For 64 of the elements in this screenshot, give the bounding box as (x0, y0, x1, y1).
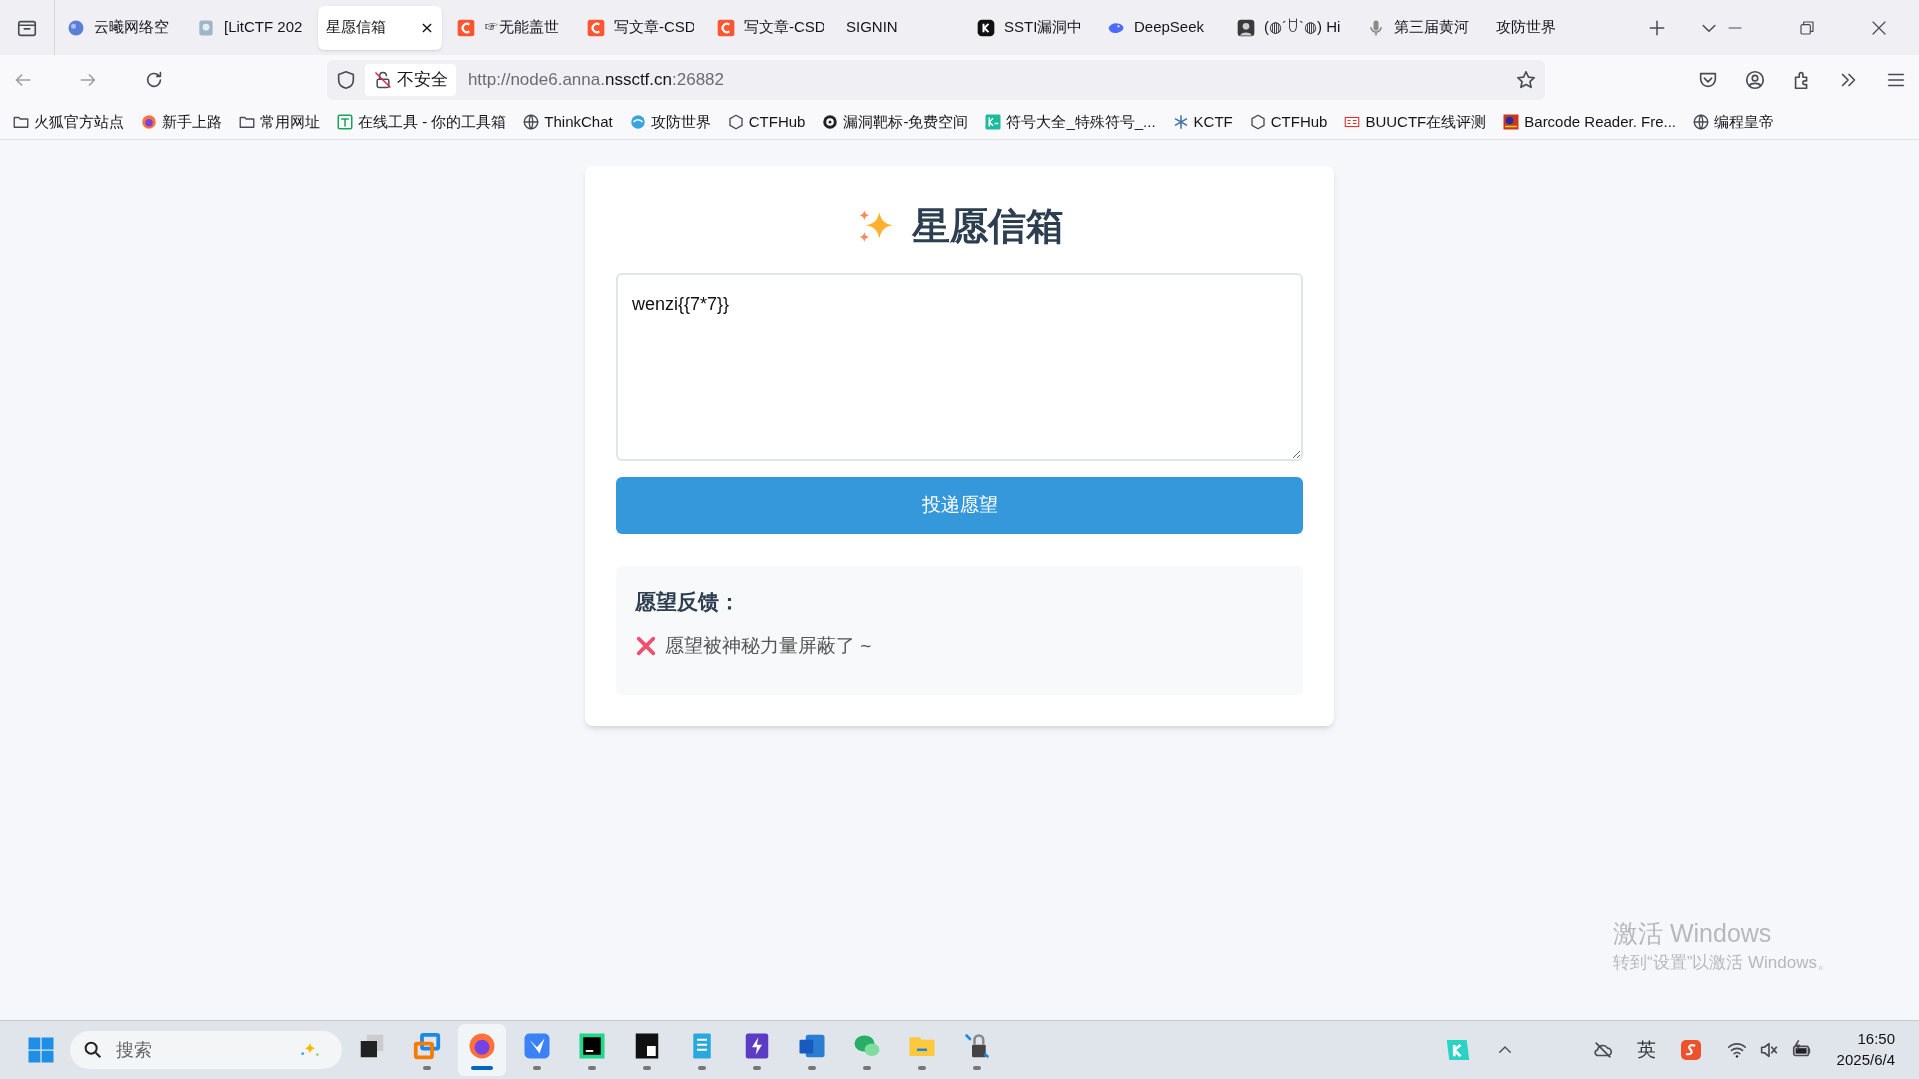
feedback-heading: 愿望反馈： (635, 589, 741, 615)
site-icon (1236, 17, 1256, 38)
close-icon[interactable] (1871, 19, 1887, 36)
tool-icon (336, 113, 354, 131)
input-method[interactable]: 英 (1636, 1035, 1656, 1065)
bookmark[interactable]: KCTF (1171, 110, 1233, 134)
bookmark[interactable]: 火狐官方站点 (12, 110, 124, 134)
activation-hint: 转到“设置”以激活 Windows。 (1613, 951, 1834, 974)
page-title: 星愿信箱 (911, 204, 1064, 249)
browser-tab[interactable]: ☞无能盖世 (448, 5, 572, 50)
browser-tab[interactable]: SSTI漏洞中 (968, 5, 1092, 50)
globe-icon (140, 113, 158, 131)
hexagon-icon (1248, 113, 1267, 131)
bookmark[interactable]: CTFHub (1248, 110, 1328, 134)
star-icon[interactable] (1515, 69, 1537, 91)
bookmark[interactable]: 在线工具 - 你的工具箱 (336, 110, 507, 134)
account-icon[interactable] (1744, 69, 1766, 91)
browser-tab[interactable]: [LitCTF 202 (188, 5, 312, 50)
clock[interactable]: 16:50 2025/6/4 (1836, 1029, 1895, 1071)
security-indicator[interactable]: 不安全 (364, 64, 456, 96)
browser-tab[interactable]: 星愿信箱 (318, 5, 442, 50)
browser-tab[interactable]: 云曦网络空 (58, 5, 182, 50)
search-field[interactable]: 搜索 (70, 1031, 342, 1069)
lock-off-icon (372, 70, 393, 90)
bookmark[interactable]: 新手上路 (140, 110, 222, 134)
bookmark[interactable]: 符号大全_特殊符号_... (984, 110, 1156, 134)
bookmark[interactable]: 攻防世界 (628, 110, 711, 134)
tile-icon (984, 113, 1003, 131)
bookmark[interactable]: 漏洞靶标-免费空间 (821, 110, 969, 134)
tile-icon[interactable] (1678, 1038, 1703, 1062)
tile-icon (1502, 113, 1521, 131)
remote-icon (412, 1030, 442, 1061)
site-icon (976, 17, 996, 38)
globe-icon (522, 113, 541, 131)
feedback-message: 愿望被神秘力量屏蔽了 ~ (665, 633, 872, 658)
browser-tab[interactable]: SIGNIN (838, 5, 962, 50)
bookmark[interactable]: CTFHub (726, 110, 806, 134)
wish-input[interactable]: wenzi{{7*7}} (616, 273, 1303, 461)
browser-tab[interactable]: 写文章-CSD (708, 5, 832, 50)
cloud-off-icon[interactable] (1591, 1039, 1614, 1061)
site-icon (586, 17, 606, 38)
url-field[interactable]: http://node6.anna.nssctf.cn:26882 (467, 67, 725, 93)
bookmark[interactable]: Barcode Reader. Fre... (1502, 110, 1677, 134)
site-icon (716, 17, 736, 38)
browser-tab[interactable]: DeepSeek (1098, 5, 1222, 50)
bookmark[interactable]: ThinkChat (522, 110, 613, 134)
bookmark[interactable]: 编程皇帝 (1692, 110, 1775, 134)
start-icon[interactable] (26, 1035, 56, 1065)
browser-tab[interactable]: 写文章-CSD (578, 5, 702, 50)
browser-tab[interactable]: 第三届黄河 (1358, 5, 1482, 50)
activation-title: 激活 Windows (1613, 918, 1773, 950)
site-icon (456, 17, 476, 38)
target-icon (821, 113, 840, 131)
restore-icon[interactable] (1799, 19, 1815, 36)
swirl-icon (628, 113, 647, 131)
browser-tab[interactable]: (◍´ꇴ`◍) Hi (1228, 5, 1352, 50)
bookmark[interactable]: BUUCTF在线评测 (1343, 110, 1487, 134)
cross-icon (635, 634, 657, 657)
close-icon[interactable] (420, 20, 434, 35)
browser-tab[interactable]: 攻防世界 (1488, 5, 1612, 50)
globe-icon (1692, 113, 1711, 131)
bookmark[interactable]: 常用网址 (238, 110, 320, 134)
hexagon-icon (726, 113, 745, 131)
search-icon (82, 1039, 104, 1061)
